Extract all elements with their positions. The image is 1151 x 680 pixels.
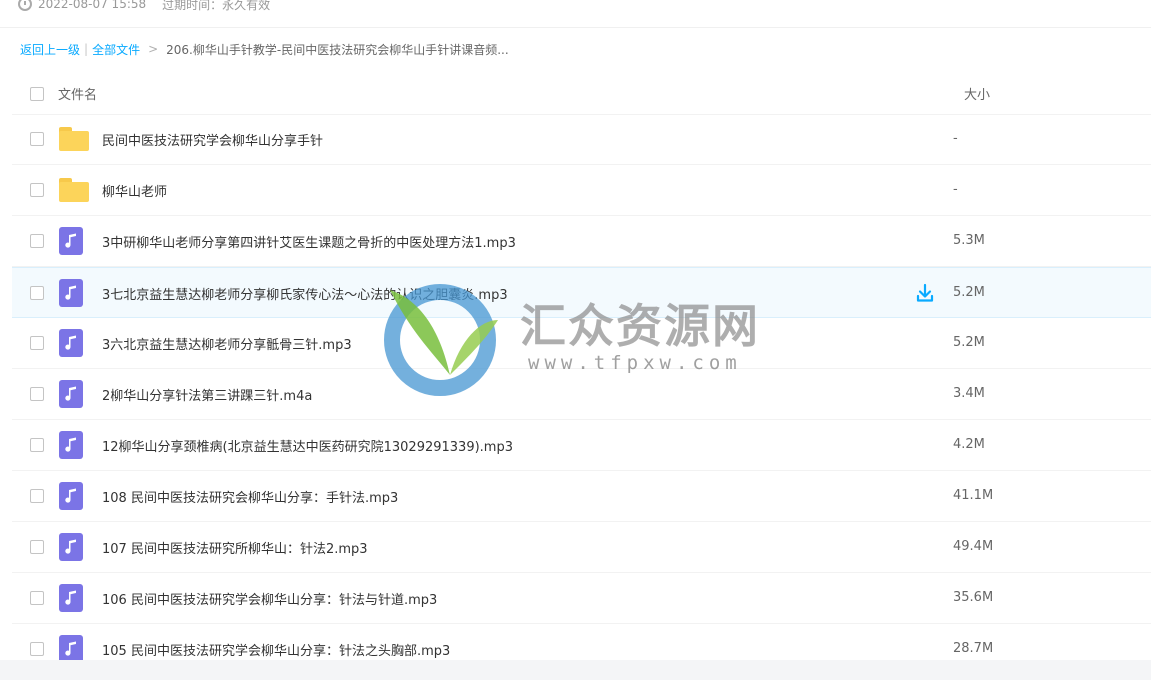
share-meta: 2022-08-07 15:58 过期时间：永久有效	[0, 0, 270, 14]
created-time: 2022-08-07 15:58	[38, 0, 147, 11]
file-size: 49.4M	[953, 539, 994, 554]
audio-file-icon	[59, 227, 83, 255]
clock-icon	[18, 0, 32, 11]
file-row[interactable]: 12柳华山分享颈椎病(北京益生慧达中医药研究院13029291339).mp3 4…	[12, 420, 1151, 471]
file-name[interactable]: 柳华山老师	[102, 181, 167, 200]
file-name[interactable]: 3七北京益生慧达柳老师分享柳氏家传心法～心法的认识之胆囊炎.mp3	[102, 284, 508, 303]
row-checkbox[interactable]	[30, 387, 44, 401]
file-row[interactable]: 3六北京益生慧达柳老师分享骶骨三针.mp3 5.2M	[12, 318, 1151, 369]
row-checkbox[interactable]	[30, 642, 44, 656]
audio-file-icon	[59, 533, 83, 561]
file-name[interactable]: 108 民间中医技法研究会柳华山分享：手针法.mp3	[102, 487, 398, 506]
bottom-bar	[0, 660, 1151, 680]
breadcrumb-separator: |	[84, 42, 89, 56]
audio-file-icon	[59, 431, 83, 459]
file-size: 5.3M	[953, 233, 985, 248]
file-name[interactable]: 12柳华山分享颈椎病(北京益生慧达中医药研究院13029291339).mp3	[102, 436, 513, 455]
file-name[interactable]: 民间中医技法研究学会柳华山分享手针	[102, 130, 323, 149]
expiry-time: 过期时间：永久有效	[162, 0, 271, 12]
file-size: 28.7M	[953, 641, 994, 656]
file-size: -	[953, 131, 958, 146]
file-row[interactable]: 3中研柳华山老师分享第四讲针艾医生课题之骨折的中医处理方法1.mp3 5.3M	[12, 216, 1151, 267]
file-size: 5.2M	[953, 335, 985, 350]
table-header: 文件名 大小	[12, 74, 1151, 115]
row-checkbox[interactable]	[30, 286, 44, 300]
row-checkbox[interactable]	[30, 336, 44, 350]
file-size: 41.1M	[953, 488, 994, 503]
file-row[interactable]: 3七北京益生慧达柳老师分享柳氏家传心法～心法的认识之胆囊炎.mp3 5.2M	[12, 267, 1151, 318]
file-name[interactable]: 107 民间中医技法研究所柳华山：针法2.mp3	[102, 538, 368, 557]
file-size: -	[953, 182, 958, 197]
file-name[interactable]: 3六北京益生慧达柳老师分享骶骨三针.mp3	[102, 334, 352, 353]
row-checkbox[interactable]	[30, 438, 44, 452]
all-files-link[interactable]: 全部文件	[92, 41, 140, 58]
folder-row[interactable]: 柳华山老师 -	[12, 165, 1151, 216]
divider	[0, 27, 1151, 28]
file-size: 35.6M	[953, 590, 994, 605]
folder-icon	[59, 125, 89, 151]
folder-row[interactable]: 民间中医技法研究学会柳华山分享手针 -	[12, 114, 1151, 165]
file-size: 5.2M	[953, 285, 985, 300]
breadcrumb: 返回上一级 | 全部文件 > 206.柳华山手针教学-民间中医技法研究会柳华山手…	[20, 40, 509, 58]
column-header-size[interactable]: 大小	[964, 84, 990, 103]
audio-file-icon	[59, 635, 83, 663]
folder-icon	[59, 176, 89, 202]
file-size: 4.2M	[953, 437, 985, 452]
file-name[interactable]: 106 民间中医技法研究学会柳华山分享：针法与针道.mp3	[102, 589, 437, 608]
back-link[interactable]: 返回上一级	[20, 41, 80, 58]
file-row[interactable]: 106 民间中医技法研究学会柳华山分享：针法与针道.mp3 35.6M	[12, 573, 1151, 624]
row-checkbox[interactable]	[30, 132, 44, 146]
file-row[interactable]: 108 民间中医技法研究会柳华山分享：手针法.mp3 41.1M	[12, 471, 1151, 522]
audio-file-icon	[59, 329, 83, 357]
file-row[interactable]: 107 民间中医技法研究所柳华山：针法2.mp3 49.4M	[12, 522, 1151, 573]
select-all-checkbox[interactable]	[30, 87, 44, 101]
download-icon[interactable]	[915, 283, 935, 307]
audio-file-icon	[59, 279, 83, 307]
row-checkbox[interactable]	[30, 183, 44, 197]
file-list: 民间中医技法研究学会柳华山分享手针 - 柳华山老师 - 3中研柳华山老师分享第四讲针艾医…	[12, 114, 1151, 675]
file-share-page: 2022-08-07 15:58 过期时间：永久有效 返回上一级 | 全部文件 …	[0, 0, 1151, 680]
row-checkbox[interactable]	[30, 234, 44, 248]
audio-file-icon	[59, 380, 83, 408]
file-row[interactable]: 2柳华山分享针法第三讲踝三针.m4a 3.4M	[12, 369, 1151, 420]
file-name[interactable]: 2柳华山分享针法第三讲踝三针.m4a	[102, 385, 312, 404]
audio-file-icon	[59, 482, 83, 510]
audio-file-icon	[59, 584, 83, 612]
chevron-right-icon: >	[148, 42, 159, 56]
file-name[interactable]: 3中研柳华山老师分享第四讲针艾医生课题之骨折的中医处理方法1.mp3	[102, 232, 516, 251]
row-checkbox[interactable]	[30, 489, 44, 503]
column-header-name[interactable]: 文件名	[58, 84, 97, 103]
file-name[interactable]: 105 民间中医技法研究学会柳华山分享：针法之头胸部.mp3	[102, 640, 450, 659]
file-size: 3.4M	[953, 386, 985, 401]
row-checkbox[interactable]	[30, 540, 44, 554]
row-checkbox[interactable]	[30, 591, 44, 605]
current-folder: 206.柳华山手针教学-民间中医技法研究会柳华山手针讲课音频...	[166, 42, 509, 57]
